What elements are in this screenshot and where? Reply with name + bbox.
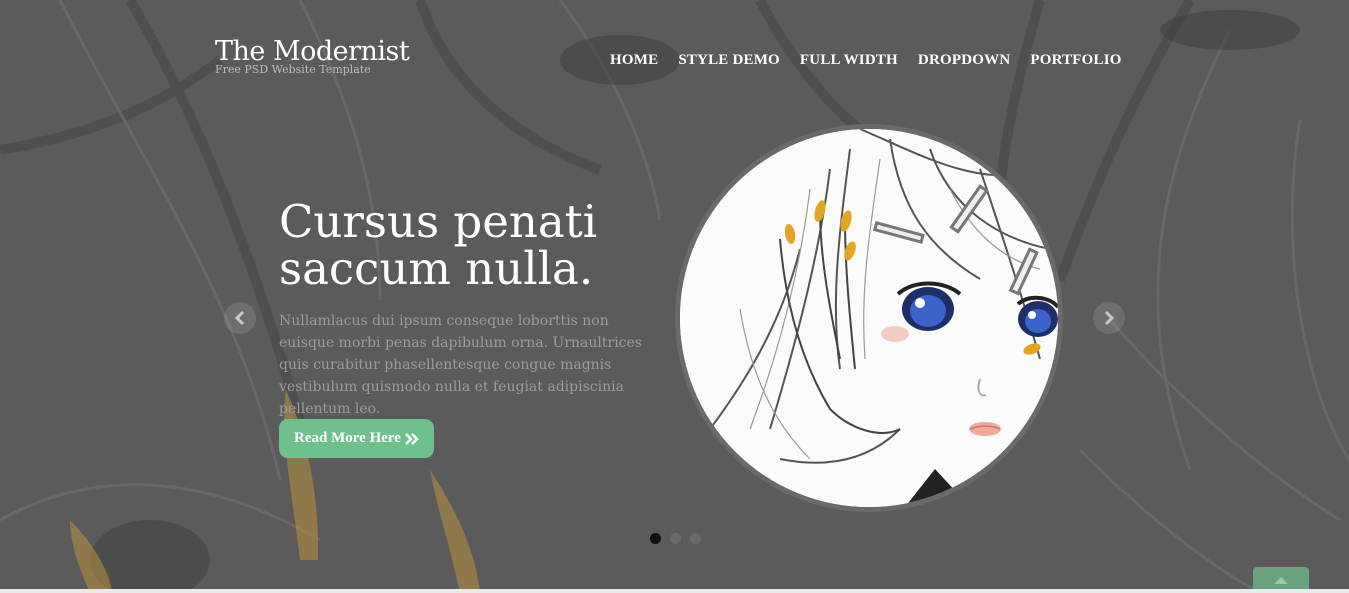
- chevron-up-icon: [1274, 577, 1288, 584]
- chevron-left-icon: [234, 311, 245, 325]
- slide-image: [675, 124, 1063, 512]
- nav-item-dropdown[interactable]: DROPDOWN: [918, 52, 1010, 69]
- slide-heading-line2: saccum nulla.: [279, 242, 594, 295]
- slide-heading: Cursus penati saccum nulla.: [279, 198, 679, 292]
- read-more-label: Read More Here: [294, 430, 401, 446]
- slider-prev-button[interactable]: [224, 302, 256, 334]
- chevron-right-icon: [1104, 311, 1115, 325]
- hero-background: [0, 0, 1349, 593]
- slide-description: Nullamlacus dui ipsum conseque loborttis…: [279, 313, 642, 417]
- nav-item-style-demo[interactable]: STYLE DEMO: [678, 52, 780, 69]
- slider-dot-1[interactable]: [650, 533, 661, 544]
- read-more-button[interactable]: Read More Here: [279, 419, 434, 458]
- slider-dot-2[interactable]: [670, 533, 681, 544]
- slider-pagination: [650, 533, 701, 544]
- double-chevron-right-icon: [405, 432, 419, 445]
- main-nav: HOME STYLE DEMO FULL WIDTH DROPDOWN PORT…: [610, 52, 1122, 69]
- slider-dot-3[interactable]: [690, 533, 701, 544]
- anime-portrait-illustration: [680, 129, 1058, 507]
- nav-item-portfolio[interactable]: PORTFOLIO: [1030, 52, 1121, 69]
- page-bottom-edge: [0, 589, 1349, 593]
- slide-heading-line1: Cursus penati: [279, 195, 598, 248]
- nav-item-home[interactable]: HOME: [610, 52, 658, 69]
- slider-next-button[interactable]: [1093, 302, 1125, 334]
- sketch-background-art: [0, 0, 1349, 593]
- nav-item-full-width[interactable]: FULL WIDTH: [800, 52, 898, 69]
- site-logo[interactable]: The Modernist Free PSD Website Template: [215, 36, 410, 75]
